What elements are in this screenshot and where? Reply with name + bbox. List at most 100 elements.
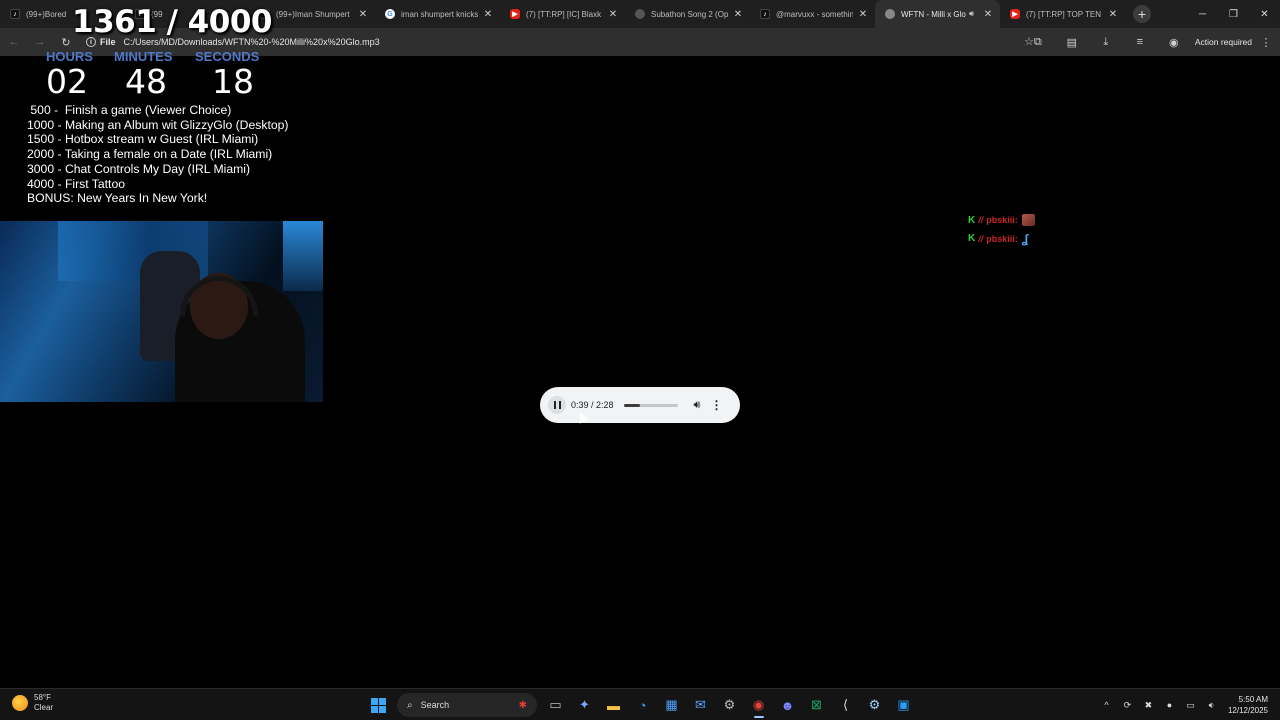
edge-icon[interactable]: ◔ bbox=[628, 691, 657, 719]
excel-icon[interactable]: ⊠ bbox=[802, 691, 831, 719]
chat-message: K // pbskiii: bbox=[968, 214, 1035, 226]
profile-icon[interactable]: ◉ bbox=[1157, 36, 1191, 49]
tab-title: WFTN - Milli x Glo bbox=[901, 9, 966, 19]
outlook-icon[interactable]: ✉ bbox=[686, 691, 715, 719]
tab[interactable]: ▶ (7) [TT:RP] [IC] Blaxk ✕ bbox=[500, 0, 625, 28]
tab-title: iman shumpert knicks bbox=[401, 9, 478, 19]
globe-icon bbox=[635, 9, 645, 19]
chat-separator: // bbox=[978, 233, 984, 244]
audio-file-icon bbox=[885, 9, 895, 19]
more-options-icon[interactable]: ⋮ bbox=[710, 398, 722, 412]
close-icon[interactable]: ✕ bbox=[732, 9, 744, 20]
chrome-icon[interactable]: ◉ bbox=[744, 691, 773, 719]
chat-username: pbskiii: bbox=[986, 215, 1018, 225]
close-icon[interactable]: ✕ bbox=[482, 9, 494, 20]
webcam-light bbox=[283, 221, 323, 291]
emote-icon bbox=[1021, 214, 1035, 226]
tab[interactable]: Subathon Song 2 (Op ✕ bbox=[625, 0, 750, 28]
close-icon[interactable]: ✕ bbox=[607, 9, 619, 20]
tab-title: (7) [TT:RP] TOP TEN T bbox=[1026, 9, 1103, 19]
display-icon[interactable]: ▭ bbox=[1180, 700, 1201, 711]
steam-icon[interactable]: ⚙ bbox=[860, 691, 889, 719]
close-icon[interactable]: ✕ bbox=[357, 9, 369, 20]
settings-icon[interactable]: ⚙ bbox=[715, 691, 744, 719]
tab-active[interactable]: WFTN - Milli x Glo 🔊︎ ✕ bbox=[875, 0, 1000, 28]
store-icon[interactable]: ▦ bbox=[657, 691, 686, 719]
taskbar: 58°F Clear ⌕ Search ✱ ▭ ✦ ▬ ◔ ▦ ✉ ⚙ ◉ ☻ … bbox=[0, 688, 1280, 720]
back-icon[interactable]: ← bbox=[2, 30, 26, 54]
hours-value: 02 bbox=[46, 62, 88, 101]
reading-mode-icon[interactable]: ▤ bbox=[1055, 36, 1089, 49]
toolbar-icons: ⧉ ▤ ⤓ ≡ ◉ Action required ⋮ bbox=[1021, 28, 1280, 56]
pause-button[interactable] bbox=[548, 396, 566, 414]
minimize-icon[interactable]: ─ bbox=[1187, 0, 1218, 28]
speaker-icon[interactable]: 🔊︎ bbox=[969, 9, 974, 19]
close-icon[interactable]: ✕ bbox=[982, 9, 994, 20]
tiktok-icon: ♪ bbox=[760, 9, 770, 19]
discord-icon[interactable]: ☻ bbox=[773, 691, 802, 719]
tab-title: Subathon Song 2 (Op bbox=[651, 9, 728, 19]
tab-title: (7) [TT:RP] [IC] Blaxk bbox=[526, 9, 602, 19]
tab[interactable]: ♪ @marvuxx - somethin ✕ bbox=[750, 0, 875, 28]
subathon-goal-list: 500 - Finish a game (Viewer Choice) 1000… bbox=[27, 103, 288, 206]
weather-widget[interactable]: 58°F Clear bbox=[12, 693, 53, 713]
taskbar-search[interactable]: ⌕ Search ✱ bbox=[397, 693, 537, 717]
taskbar-apps: ⌕ Search ✱ ▭ ✦ ▬ ◔ ▦ ✉ ⚙ ◉ ☻ ⊠ ⟨ ⚙ ▣ bbox=[364, 691, 918, 719]
youtube-icon: ▶ bbox=[510, 9, 520, 19]
kick-badge-icon: K bbox=[968, 214, 976, 226]
capcut-icon[interactable]: ⟨ bbox=[831, 691, 860, 719]
sync-icon[interactable]: ⟳ bbox=[1117, 700, 1138, 711]
seconds-value: 18 bbox=[212, 62, 254, 101]
tab-title: @marvuxx - somethin bbox=[776, 9, 853, 19]
photos-icon[interactable]: ▣ bbox=[889, 691, 918, 719]
audio-player: 0:39 / 2:28 🔊︎ ⋮ bbox=[540, 387, 740, 423]
minutes-value: 48 bbox=[125, 62, 167, 101]
download-icon[interactable]: ⤓ bbox=[1089, 36, 1123, 49]
goal-item: 500 - Finish a game (Viewer Choice) bbox=[27, 103, 232, 117]
action-required-button[interactable]: Action required bbox=[1191, 37, 1256, 47]
restore-icon[interactable]: ❐ bbox=[1218, 0, 1249, 28]
volume-icon[interactable]: 🔊︎ bbox=[694, 399, 701, 412]
volume-tray-icon[interactable]: 🔉︎ bbox=[1201, 700, 1222, 711]
goal-item: BONUS: New Years In New York! bbox=[27, 191, 208, 206]
sun-icon bbox=[12, 695, 28, 711]
chat-username: pbskiii: bbox=[986, 233, 1018, 244]
windows-icon bbox=[371, 697, 386, 713]
window-controls: ─ ❐ ✕ bbox=[1187, 0, 1280, 28]
playback-time: 0:39 / 2:28 bbox=[571, 400, 614, 410]
notification-mute-icon[interactable]: ✖ bbox=[1138, 700, 1159, 711]
close-icon[interactable]: ✕ bbox=[1107, 9, 1119, 20]
clock-time: 5:50 AM bbox=[1238, 695, 1268, 704]
youtube-icon: ▶ bbox=[1010, 9, 1020, 19]
task-view-icon[interactable]: ▭ bbox=[541, 691, 570, 719]
media-controls-icon[interactable]: ≡ bbox=[1123, 36, 1157, 48]
emote-icon: ʆ bbox=[1021, 231, 1029, 246]
clock-date: 12/12/2025 bbox=[1227, 706, 1268, 715]
close-icon[interactable]: ✕ bbox=[857, 9, 869, 20]
chevron-up-icon[interactable]: ^ bbox=[1096, 700, 1117, 710]
goal-item: 2000 - Taking a female on a Date (IRL Mi… bbox=[27, 147, 273, 162]
seek-progress bbox=[623, 403, 640, 407]
screen: ♪ (99+)Bored ♪ (99 ✕ ♪ (99+)Iman Shumper… bbox=[0, 0, 1280, 720]
extensions-icon[interactable]: ⧉ bbox=[1021, 36, 1055, 49]
tab[interactable]: G iman shumpert knicks ✕ bbox=[375, 0, 500, 28]
weather-temp: 58°F bbox=[34, 693, 51, 702]
search-highlight-icon: ✱ bbox=[518, 699, 527, 711]
webcam-feed bbox=[0, 221, 323, 402]
new-tab-button[interactable]: + bbox=[1133, 5, 1151, 23]
tab[interactable]: ▶ (7) [TT:RP] TOP TEN T ✕ bbox=[1000, 0, 1125, 28]
search-icon: ⌕ bbox=[407, 699, 413, 711]
seek-slider[interactable] bbox=[623, 403, 678, 407]
file-explorer-icon[interactable]: ▬ bbox=[599, 691, 628, 719]
search-label: Search bbox=[420, 700, 450, 710]
system-tray: ^ ⟳ ✖ ● ▭ 🔉︎ 5:50 AM 12/12/2025 bbox=[1096, 689, 1280, 720]
clock[interactable]: 5:50 AM 12/12/2025 bbox=[1228, 694, 1268, 716]
goal-item: 3000 - Chat Controls My Day (IRL Miami) bbox=[27, 161, 251, 176]
menu-icon[interactable]: ⋮ bbox=[1258, 36, 1274, 49]
weather-condition: Clear bbox=[34, 703, 54, 712]
pause-icon bbox=[553, 401, 561, 409]
close-window-icon[interactable]: ✕ bbox=[1249, 0, 1280, 28]
copilot-icon[interactable]: ✦ bbox=[570, 691, 599, 719]
microphone-icon[interactable]: ● bbox=[1159, 700, 1180, 710]
start-button[interactable] bbox=[364, 691, 393, 719]
